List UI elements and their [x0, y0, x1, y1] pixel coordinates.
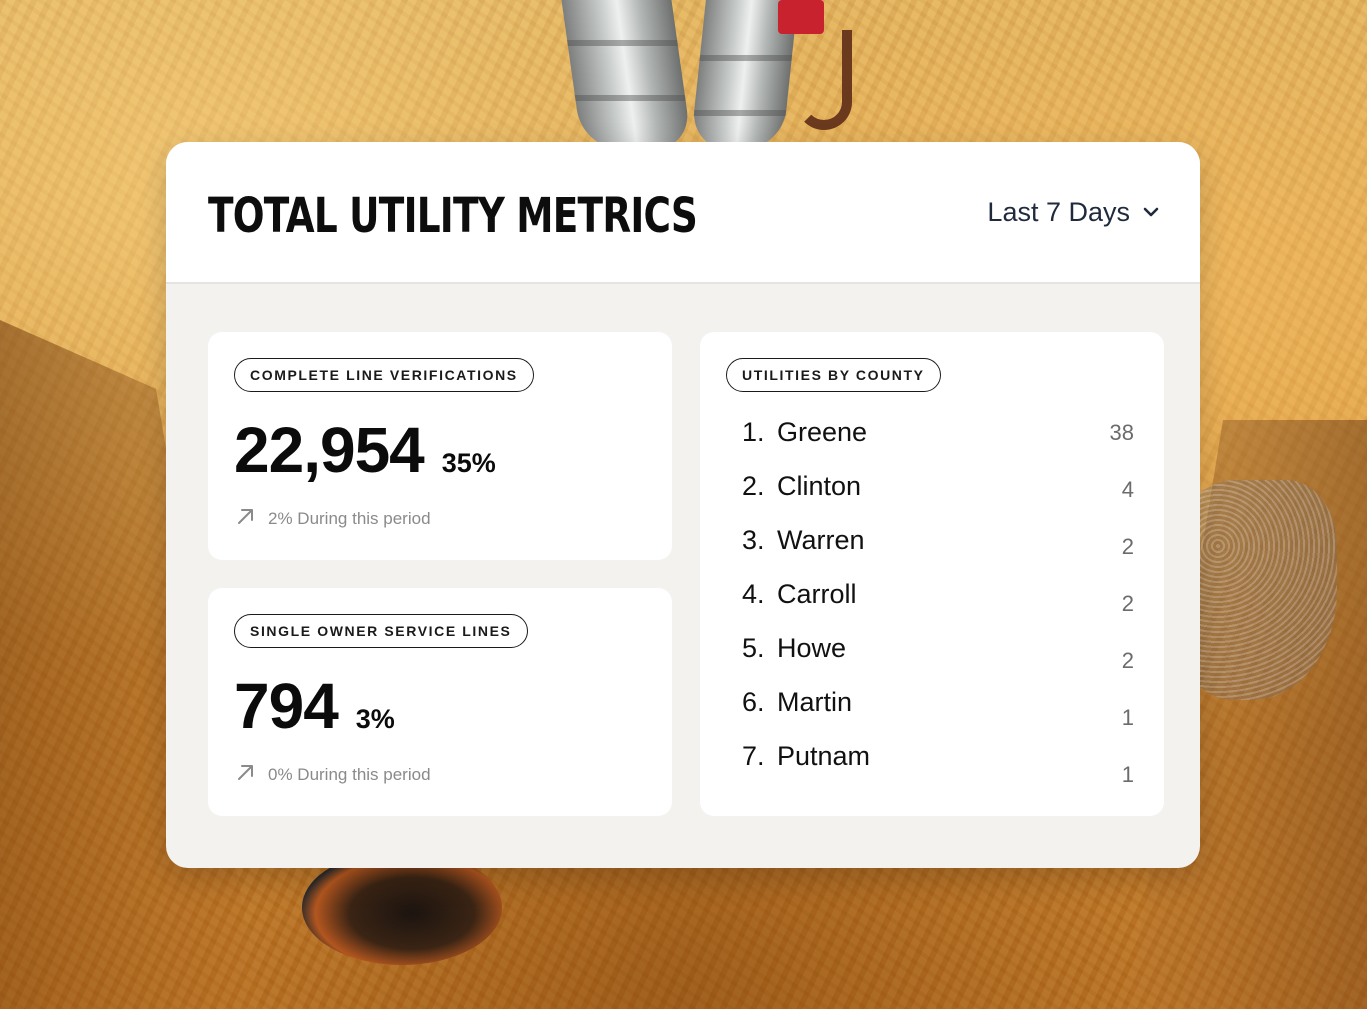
metric-percent: 3%	[355, 704, 395, 734]
metric-panel-line-verifications: COMPLETE LINE VERIFICATIONS 22,954 35% 2…	[208, 332, 672, 560]
list-item: 7. Putnam 1	[742, 738, 1138, 792]
list-item: 2. Clinton 4	[742, 468, 1138, 522]
period-dropdown[interactable]: Last 7 Days	[987, 194, 1160, 230]
county-name: Martin	[777, 687, 853, 717]
county-panel: UTILITIES BY COUNTY 1. Greene 38 2. Clin…	[700, 332, 1164, 816]
county-count: 2	[1121, 534, 1134, 559]
metric-label-pill: SINGLE OWNER SERVICE LINES	[234, 614, 528, 648]
county-list: 1. Greene 38 2. Clinton 4 3. Warren 2 4.…	[742, 414, 1138, 792]
county-name: Putnam	[777, 741, 871, 771]
county-rank: 2.	[742, 471, 765, 501]
metric-value-row: 22,954 35%	[234, 414, 496, 486]
metric-trend-text: 2% During this period	[268, 508, 431, 528]
county-name: Carroll	[777, 579, 857, 609]
county-count: 1	[1121, 705, 1134, 730]
county-name: Greene	[777, 417, 868, 447]
county-rank: 6.	[742, 687, 765, 717]
metric-value: 22,954	[234, 414, 425, 486]
crane-hook-block	[778, 0, 824, 34]
county-count: 38	[1109, 420, 1134, 445]
utility-metrics-card: TOTAL UTILITY METRICS Last 7 Days COMPLE…	[166, 142, 1200, 868]
county-count: 4	[1121, 477, 1134, 502]
county-rank: 3.	[742, 525, 765, 555]
metric-trend: 0% During this period	[234, 760, 431, 789]
period-dropdown-label: Last 7 Days	[987, 197, 1130, 227]
county-name: Clinton	[777, 471, 862, 501]
metric-panel-single-owner-lines: SINGLE OWNER SERVICE LINES 794 3% 0% Dur…	[208, 588, 672, 816]
county-rank: 5.	[742, 633, 765, 663]
list-item: 4. Carroll 2	[742, 576, 1138, 630]
county-count: 2	[1121, 591, 1134, 616]
metric-value: 794	[234, 670, 339, 742]
county-label-pill: UTILITIES BY COUNTY	[726, 358, 941, 392]
list-item: 6. Martin 1	[742, 684, 1138, 738]
arrow-up-right-icon	[234, 760, 258, 789]
crane-hook	[796, 30, 852, 130]
county-name: Warren	[777, 525, 865, 555]
arrow-up-right-icon	[234, 504, 258, 533]
metric-percent: 35%	[441, 448, 496, 478]
county-rank: 1.	[742, 417, 765, 447]
pipe-left	[561, 0, 693, 150]
chevron-down-icon	[1142, 203, 1160, 221]
metric-label-pill: COMPLETE LINE VERIFICATIONS	[234, 358, 534, 392]
page-title: TOTAL UTILITY METRICS	[208, 188, 698, 244]
county-rank: 7.	[742, 741, 765, 771]
list-item: 3. Warren 2	[742, 522, 1138, 576]
metric-value-row: 794 3%	[234, 670, 395, 742]
county-name: Howe	[777, 633, 847, 663]
county-count: 2	[1121, 648, 1134, 673]
card-header: TOTAL UTILITY METRICS Last 7 Days	[166, 142, 1200, 284]
list-item: 5. Howe 2	[742, 630, 1138, 684]
county-rank: 4.	[742, 579, 765, 609]
list-item: 1. Greene 38	[742, 414, 1138, 468]
county-count: 1	[1121, 762, 1134, 787]
metric-trend-text: 0% During this period	[268, 764, 431, 784]
metric-trend: 2% During this period	[234, 504, 431, 533]
